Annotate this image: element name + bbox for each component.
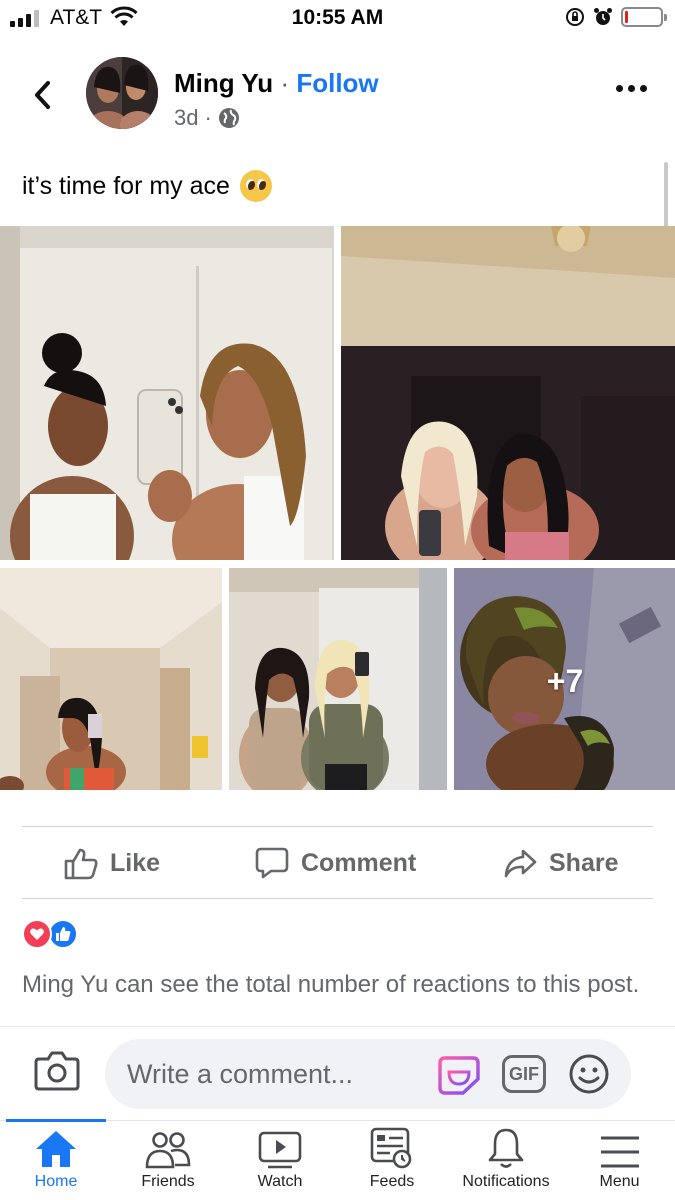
nav-notifications-label: Notifications (462, 1173, 550, 1190)
comment-bubble-icon (255, 847, 289, 879)
avatar[interactable] (86, 57, 158, 129)
reactions-summary[interactable] (22, 919, 78, 949)
post-header: Ming Yu · Follow 3d · (0, 55, 675, 135)
more-photos-count[interactable]: +7 (454, 663, 675, 700)
rotation-lock-icon (566, 8, 584, 26)
divider-bottom (22, 898, 653, 899)
bottom-nav: Home Friends Watch Feeds Notifications M… (0, 1119, 675, 1200)
gif-button[interactable]: GIF (502, 1055, 546, 1093)
globe-icon (218, 108, 239, 128)
battery-icon (621, 7, 667, 27)
like-button[interactable]: Like (64, 829, 160, 897)
alarm-icon (594, 8, 612, 25)
post-caption: it’s time for my ace (22, 170, 272, 202)
nav-home[interactable]: Home (0, 1121, 112, 1200)
sticker-button[interactable] (437, 1054, 481, 1101)
photo-1[interactable] (0, 226, 334, 560)
nav-feeds-label: Feeds (369, 1173, 415, 1190)
post-actions: Like Comment Share (0, 829, 675, 897)
photo-2[interactable] (341, 226, 675, 560)
name-separator: · (280, 68, 290, 98)
share-button[interactable]: Share (503, 829, 618, 897)
caption-text: it’s time for my ace (22, 171, 230, 200)
smiley-icon (569, 1054, 609, 1094)
status-bar: AT&T 10:55 AM (0, 0, 675, 40)
divider-top (22, 826, 653, 827)
follow-button[interactable]: Follow (296, 68, 378, 98)
photo-5[interactable]: +7 (454, 568, 675, 790)
emoji-button[interactable] (568, 1053, 610, 1100)
photo-4[interactable] (229, 568, 447, 790)
like-label: Like (110, 848, 161, 877)
feeds-icon (370, 1127, 412, 1169)
photo-3[interactable] (0, 568, 222, 790)
share-label: Share (549, 848, 619, 877)
nav-home-label: Home (34, 1173, 78, 1190)
bell-icon (488, 1128, 524, 1168)
back-button[interactable] (26, 75, 58, 115)
nav-menu[interactable]: Menu (564, 1121, 675, 1200)
chevron-left-icon (35, 81, 50, 109)
love-reaction-icon (22, 919, 52, 949)
pleading-face-emoji (239, 170, 272, 202)
thumbs-up-icon (64, 848, 98, 880)
nav-friends[interactable]: Friends (112, 1121, 224, 1200)
share-arrow-icon (504, 849, 537, 878)
nav-watch-label: Watch (257, 1173, 303, 1190)
camera-icon (34, 1051, 80, 1091)
nav-friends-label: Friends (141, 1173, 195, 1190)
sticker-icon (438, 1056, 480, 1095)
camera-button[interactable] (34, 1051, 80, 1096)
watch-icon (258, 1131, 302, 1169)
reactions-notice: Ming Yu can see the total number of reac… (22, 971, 640, 998)
home-icon (36, 1131, 76, 1167)
comment-label: Comment (301, 848, 417, 877)
nav-notifications[interactable]: Notifications (448, 1121, 564, 1200)
nav-feeds[interactable]: Feeds (336, 1121, 448, 1200)
comment-input[interactable] (105, 1039, 631, 1109)
nav-watch[interactable]: Watch (224, 1121, 336, 1200)
meta-separator: · (204, 105, 212, 130)
scrollbar[interactable] (664, 162, 668, 228)
post-age[interactable]: 3d (174, 105, 198, 131)
more-options-button[interactable] (616, 85, 647, 92)
author-name[interactable]: Ming Yu (174, 68, 273, 98)
avatar-image (86, 57, 158, 129)
like-reaction-icon (48, 919, 78, 949)
friends-icon (145, 1132, 191, 1169)
comment-button[interactable]: Comment (255, 829, 416, 897)
comment-bar: GIF (0, 1026, 675, 1120)
menu-icon (600, 1136, 639, 1168)
nav-menu-label: Menu (599, 1173, 640, 1190)
